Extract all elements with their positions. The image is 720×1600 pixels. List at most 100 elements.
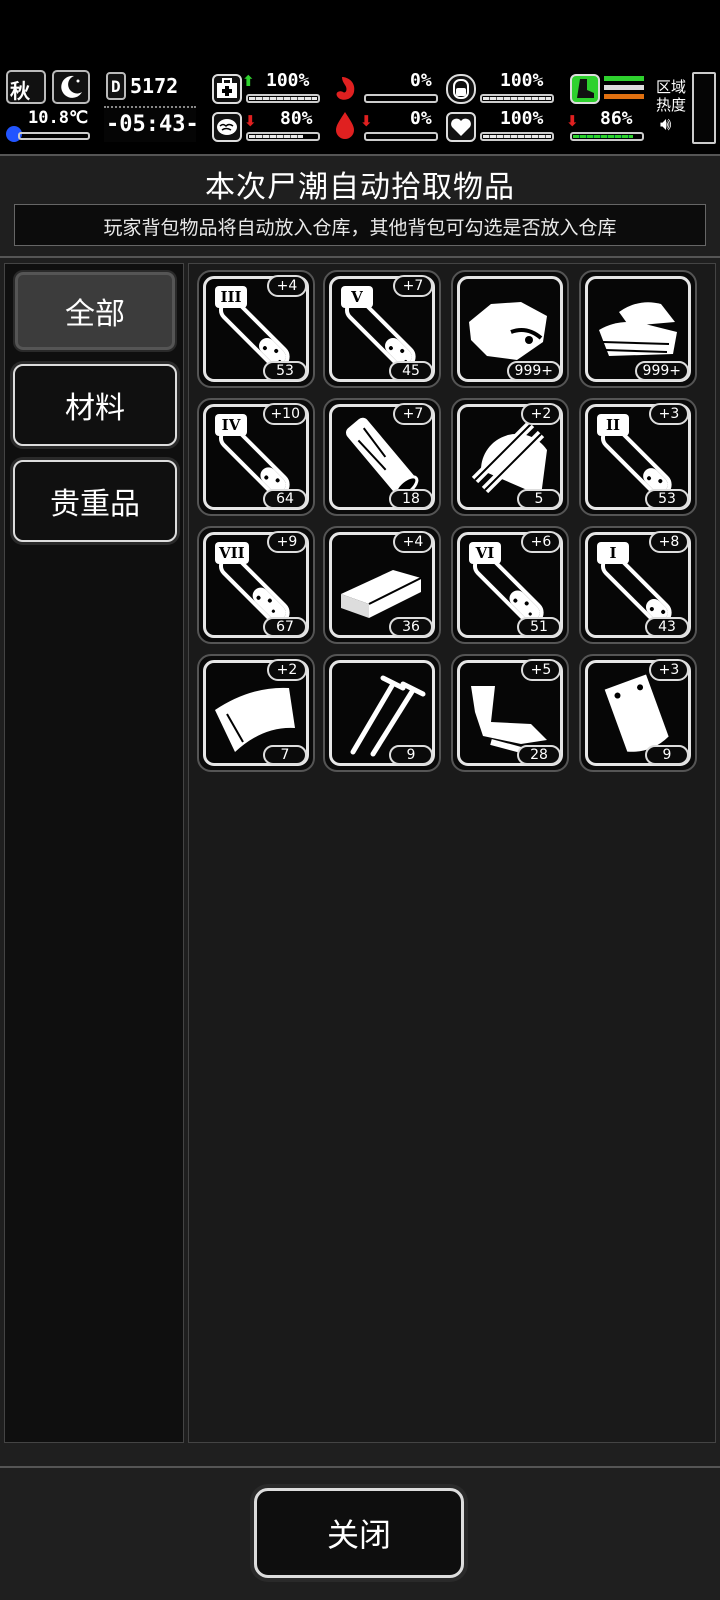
thirst-value: 0% <box>410 108 432 129</box>
brain-bar <box>246 132 320 141</box>
stamina-icon <box>446 74 476 104</box>
item-tier-badge: I <box>597 542 629 564</box>
stomach-icon <box>330 74 360 104</box>
item-slot[interactable]: 999+ <box>451 270 569 388</box>
item-quantity: 43 <box>645 617 689 637</box>
item-bonus-badge: +5 <box>521 659 561 681</box>
category-tab-valuables[interactable]: 贵重品 <box>13 460 177 542</box>
item-quantity: 36 <box>389 617 433 637</box>
item-quantity: 28 <box>517 745 561 765</box>
close-button-label: 关闭 <box>326 1516 391 1554</box>
item-slot[interactable]: +3 9 <box>579 654 697 772</box>
boot-status-lines <box>604 76 644 102</box>
item-slot[interactable]: VII +9 67 <box>197 526 315 644</box>
boot-icon <box>570 74 600 104</box>
item-tier-badge: V <box>341 286 373 308</box>
item-slot[interactable]: +2 5 <box>451 398 569 516</box>
stamina-bar <box>480 94 554 103</box>
season-box: 秋 <box>6 70 46 104</box>
temperature-bar <box>18 132 90 140</box>
item-slot[interactable]: I +8 43 <box>579 526 697 644</box>
heart-value: 100% <box>500 108 544 129</box>
item-bonus-badge: +2 <box>521 403 561 425</box>
item-slot[interactable]: +4 36 <box>323 526 441 644</box>
heart-icon <box>446 112 476 142</box>
item-quantity: 67 <box>263 617 307 637</box>
item-quantity: 53 <box>645 489 689 509</box>
brain-icon <box>212 112 242 142</box>
day-d-icon: D <box>111 77 121 96</box>
header-divider <box>0 256 720 258</box>
temperature-value: 10.8℃ <box>28 108 89 128</box>
water-drop-icon <box>332 110 362 140</box>
thirst-trend-down-icon: ⬇ <box>360 112 373 130</box>
item-tier-badge: III <box>215 286 247 308</box>
item-slot[interactable]: +7 18 <box>323 398 441 516</box>
clock-time: -05:43- <box>106 112 199 137</box>
speaker-icon[interactable]: 🔊︎ <box>660 114 671 135</box>
stamina-value: 100% <box>500 70 544 91</box>
item-tier-badge: VI <box>469 542 501 564</box>
item-quantity: 5 <box>517 489 561 509</box>
area-heat-label: 区域热度 <box>656 78 687 114</box>
item-slot[interactable]: +2 7 <box>197 654 315 772</box>
item-quantity: 64 <box>263 489 307 509</box>
panel-title: 本次尸潮自动拾取物品 <box>205 170 515 205</box>
footer-divider <box>0 1466 720 1468</box>
item-bonus-badge: +8 <box>649 531 689 553</box>
item-slot[interactable]: 999+ <box>579 270 697 388</box>
item-slot[interactable]: V +7 45 <box>323 270 441 388</box>
thirst-bar <box>364 132 438 141</box>
item-quantity: 51 <box>517 617 561 637</box>
item-quantity: 7 <box>263 745 307 765</box>
item-quantity: 53 <box>263 361 307 381</box>
item-quantity: 18 <box>389 489 433 509</box>
item-bonus-badge: +10 <box>263 403 307 425</box>
item-slot[interactable]: III +4 53 <box>197 270 315 388</box>
item-slot[interactable]: II +3 53 <box>579 398 697 516</box>
item-bonus-badge: +7 <box>393 275 433 297</box>
category-tab-materials[interactable]: 材料 <box>13 364 177 446</box>
item-quantity: 999+ <box>506 361 561 381</box>
item-quantity: 9 <box>645 745 689 765</box>
boot-bar <box>570 132 644 141</box>
category-tab-label: 贵重品 <box>50 487 140 522</box>
item-bonus-badge: +3 <box>649 659 689 681</box>
item-slot[interactable]: VI +6 51 <box>451 526 569 644</box>
item-bonus-badge: +4 <box>393 531 433 553</box>
stomach-value: 0% <box>410 70 432 91</box>
health-bar <box>246 94 320 103</box>
item-bonus-badge: +9 <box>267 531 307 553</box>
area-heat-meter <box>692 72 716 144</box>
item-bonus-badge: +3 <box>649 403 689 425</box>
item-slot[interactable]: 9 <box>323 654 441 772</box>
loot-panel: 本次尸潮自动拾取物品 玩家背包物品将自动放入仓库，其他背包可勾选是否放入仓库 全… <box>0 154 720 1600</box>
item-quantity: 9 <box>389 745 433 765</box>
brain-value: 80% <box>280 108 313 129</box>
item-quantity: 45 <box>389 361 433 381</box>
stomach-bar <box>364 94 438 103</box>
medkit-icon <box>212 74 242 104</box>
category-tab-label: 材料 <box>65 391 125 426</box>
day-badge: D <box>106 72 126 100</box>
moon-icon <box>52 70 90 104</box>
day-counter: 5172 <box>130 74 179 98</box>
item-slot[interactable]: IV +10 64 <box>197 398 315 516</box>
heart-bar <box>480 132 554 141</box>
status-hud: 秋 10.8℃ D 5172 -05:43- ⬆ 100% 0% 100% ⬇ … <box>0 68 720 148</box>
item-tier-badge: II <box>597 414 629 436</box>
item-tier-badge: VII <box>215 542 249 564</box>
health-trend-up-icon: ⬆ <box>242 72 255 90</box>
season-label: 秋 <box>10 79 30 103</box>
close-button[interactable]: 关闭 <box>254 1488 464 1578</box>
item-tier-badge: IV <box>215 414 247 436</box>
item-bonus-badge: +2 <box>267 659 307 681</box>
category-tab-label: 全部 <box>65 297 125 332</box>
item-quantity: 999+ <box>634 361 689 381</box>
item-bonus-badge: +6 <box>521 531 561 553</box>
subtitle-box: 玩家背包物品将自动放入仓库，其他背包可勾选是否放入仓库 <box>14 204 706 246</box>
category-tab-all[interactable]: 全部 <box>13 270 177 352</box>
item-slot[interactable]: +5 28 <box>451 654 569 772</box>
brain-trend-down-icon: ⬇ <box>244 112 257 130</box>
item-grid: III +4 53 V +7 45 999+ 999+ IV +10 64 +7 18 +2 5 II +… <box>188 263 716 1443</box>
